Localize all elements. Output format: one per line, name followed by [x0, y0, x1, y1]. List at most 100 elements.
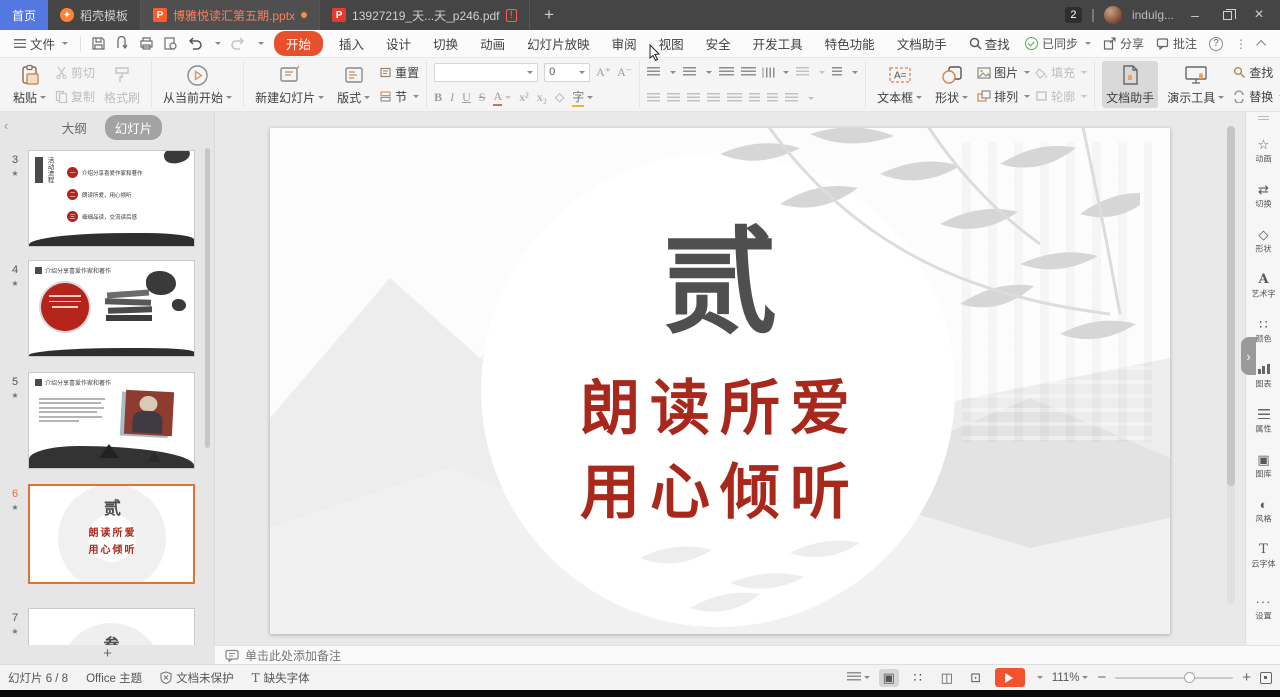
slide-title-line1[interactable]: 朗读所爱: [270, 360, 1170, 447]
play-from-current-button[interactable]: 从当前开始: [159, 61, 236, 108]
sidebar-item-settings[interactable]: ···设置: [1246, 595, 1280, 622]
menu-tab-insert[interactable]: 插入: [329, 34, 374, 53]
menu-tab-home-active[interactable]: 开始: [274, 31, 323, 56]
tab-slides[interactable]: 幻灯片: [105, 115, 163, 140]
font-color-button[interactable]: A: [493, 89, 502, 106]
copy-button[interactable]: 复制: [55, 88, 95, 105]
format-painter-button[interactable]: 格式刷: [100, 61, 144, 108]
view-normal-button[interactable]: ▣: [879, 669, 899, 687]
add-slide-button[interactable]: +: [0, 645, 215, 664]
save-icon[interactable]: [91, 36, 106, 51]
find-button[interactable]: 查找: [1233, 64, 1280, 81]
line-spacing-button[interactable]: [832, 67, 842, 78]
bold-button[interactable]: B: [434, 90, 442, 105]
layout-button[interactable]: 版式: [333, 61, 374, 108]
comment-button[interactable]: 批注: [1156, 35, 1197, 52]
sidebar-item-wordart[interactable]: A艺术字: [1246, 273, 1280, 300]
menu-tab-devtools[interactable]: 开发工具: [743, 34, 813, 53]
slide-title-line2[interactable]: 用心倾听: [270, 444, 1170, 531]
print-preview-icon[interactable]: [163, 36, 178, 51]
find-menu-button[interactable]: 查找: [959, 34, 1020, 53]
close-button[interactable]: ×: [1248, 6, 1270, 24]
redo-icon[interactable]: [230, 36, 246, 51]
reset-button[interactable]: 重置: [379, 64, 419, 81]
outline-button[interactable]: 轮廓: [1035, 88, 1087, 105]
slide-section-number[interactable]: 贰: [270, 220, 1170, 347]
clear-format-button[interactable]: ◇: [555, 90, 564, 105]
sidebar-item-transition[interactable]: ⇄切换: [1246, 183, 1280, 210]
picture-button[interactable]: 图片: [977, 64, 1030, 81]
print-icon[interactable]: [139, 36, 154, 51]
cut-button[interactable]: 剪切: [55, 64, 95, 81]
underline-button[interactable]: U: [462, 90, 471, 105]
undo-dropdown-icon[interactable]: [215, 42, 221, 48]
view-presenter-button[interactable]: ⊡: [966, 669, 986, 687]
subscript-button[interactable]: x₂: [537, 90, 547, 105]
thumbnail-slide-4[interactable]: 介绍分享喜爱作家和著作: [28, 260, 195, 357]
view-reading-button[interactable]: ◫: [937, 669, 957, 687]
panel-scrollbar[interactable]: [205, 148, 210, 448]
font-size-combobox[interactable]: 0: [544, 63, 590, 82]
zoom-out-button[interactable]: −: [1097, 669, 1106, 686]
file-menu-button[interactable]: 文件: [8, 34, 74, 53]
text-direction-button[interactable]: [762, 67, 775, 77]
thumbnail-slide-5[interactable]: 介绍分享喜爱作家和著作: [28, 372, 195, 469]
tab-pdf-document[interactable]: P 13927219_天...天_p246.pdf !: [320, 0, 530, 30]
align-right-button[interactable]: [687, 93, 700, 104]
expand-pane-button[interactable]: ›: [1241, 337, 1256, 375]
sidebar-item-gallery[interactable]: ▣图库: [1246, 453, 1280, 480]
doc-assistant-button[interactable]: 文档助手: [1102, 61, 1158, 108]
section-button[interactable]: 节: [379, 88, 419, 105]
bullets-button[interactable]: [647, 67, 660, 78]
superscript-button[interactable]: x²: [519, 90, 529, 105]
smartart-button[interactable]: [767, 93, 778, 104]
menu-tab-design[interactable]: 设计: [376, 34, 421, 53]
slideshow-play-button[interactable]: [995, 668, 1025, 687]
sidebar-item-animation[interactable]: ☆动画: [1246, 138, 1280, 165]
tab-docer-templates[interactable]: ✦ 稻壳模板: [48, 0, 141, 30]
menu-tab-animation[interactable]: 动画: [470, 34, 515, 53]
notes-toggle-button[interactable]: [847, 672, 870, 683]
fill-button[interactable]: 填充: [1035, 64, 1087, 81]
thumbnail-slide-3[interactable]: 活动流程 一介绍分享喜爱作家和著作 二朗读所爱，用心倾听 三细细品读，交流读后感: [28, 150, 195, 247]
restore-button[interactable]: [1216, 7, 1238, 23]
zoom-level[interactable]: 111%: [1052, 672, 1089, 684]
theme-indicator[interactable]: Office 主题: [86, 670, 142, 686]
paragraph-more-button[interactable]: [785, 93, 798, 104]
undo-icon[interactable]: [187, 36, 203, 51]
align-left-button[interactable]: [647, 93, 660, 104]
tab-outline[interactable]: 大纲: [52, 115, 97, 140]
new-tab-button[interactable]: +: [530, 0, 568, 30]
missing-fonts-status[interactable]: T 缺失字体: [252, 670, 310, 686]
tab-presentation-active[interactable]: P 博雅悦读汇第五期.pptx: [141, 0, 320, 30]
output-icon[interactable]: [115, 36, 130, 51]
sidebar-item-shapes[interactable]: ◇形状: [1246, 228, 1280, 255]
sync-status[interactable]: 已同步: [1025, 35, 1091, 52]
new-slide-button[interactable]: 新建幻灯片: [251, 61, 328, 108]
italic-button[interactable]: I: [450, 90, 454, 105]
scrollbar-thumb[interactable]: [1227, 126, 1235, 486]
collapse-ribbon-button[interactable]: [1256, 40, 1266, 50]
arrange-button[interactable]: 排列: [977, 88, 1030, 105]
qat-more-icon[interactable]: [258, 42, 264, 48]
more-menu-button[interactable]: ⋮: [1235, 37, 1247, 51]
highlight-button[interactable]: 字: [572, 88, 584, 107]
justify-button[interactable]: [707, 93, 720, 104]
canvas-scrollbar[interactable]: [1227, 126, 1235, 604]
align-text-button[interactable]: [796, 67, 809, 78]
slide-position-indicator[interactable]: 幻灯片 6 / 8: [8, 670, 68, 686]
shape-button[interactable]: 形状: [931, 61, 972, 108]
menu-tab-security[interactable]: 安全: [696, 34, 741, 53]
menu-tab-slideshow[interactable]: 幻灯片放映: [517, 34, 600, 53]
user-avatar[interactable]: [1104, 6, 1122, 24]
replace-button[interactable]: 替换: [1233, 88, 1280, 105]
numbering-button[interactable]: [683, 67, 696, 78]
strikethrough-button[interactable]: S: [479, 90, 486, 105]
sidebar-item-style[interactable]: ◐风格: [1246, 498, 1280, 525]
thumbnail-slide-6-selected[interactable]: 贰 朗读所爱 用心倾听: [28, 484, 195, 584]
notes-bar[interactable]: 单击此处添加备注: [215, 645, 1280, 664]
minimize-button[interactable]: –: [1184, 7, 1206, 23]
zoom-in-button[interactable]: +: [1242, 669, 1251, 686]
menu-tab-transition[interactable]: 切换: [423, 34, 468, 53]
menu-tab-features[interactable]: 特色功能: [815, 34, 885, 53]
